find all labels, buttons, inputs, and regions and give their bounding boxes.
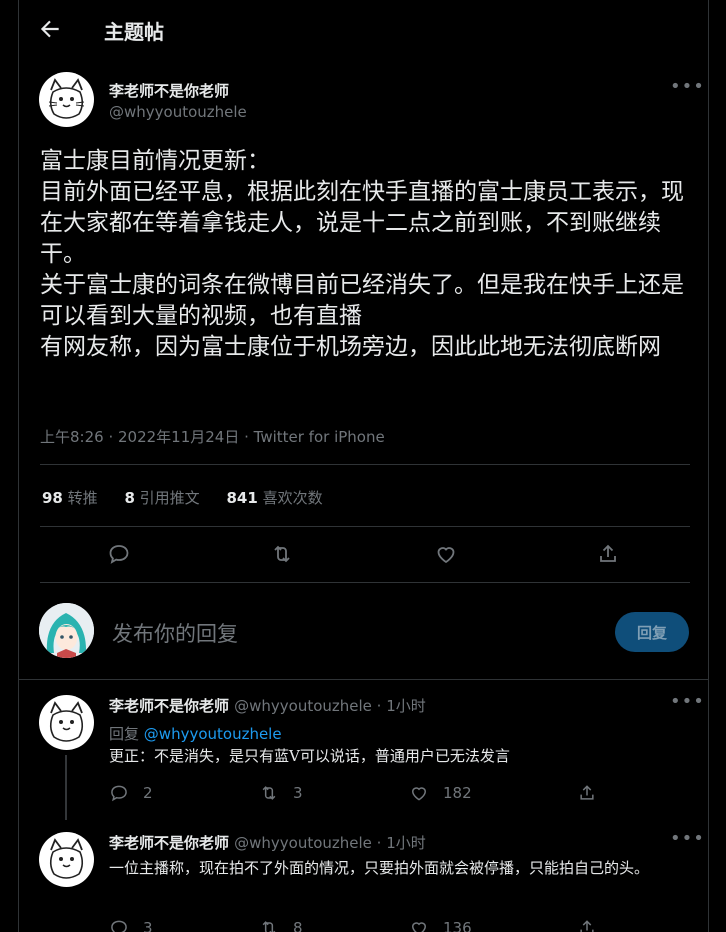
tweet-text: 富士康目前情况更新： 目前外面已经平息，根据此刻在快手直播的富士康员工表示，现在… (40, 148, 684, 360)
retweet-count[interactable]: 98 (42, 489, 63, 507)
author-handle[interactable]: @whyyoutouzhele (109, 103, 247, 121)
like-label[interactable]: 喜欢次数 (263, 489, 323, 507)
share-icon (580, 920, 594, 932)
arrow-left-icon[interactable] (37, 16, 63, 42)
quote-label[interactable]: 引用推文 (140, 489, 200, 507)
reply-count: 2 (143, 784, 153, 802)
share-icon[interactable] (596, 542, 620, 566)
heart-icon[interactable] (434, 542, 458, 566)
reply-tweet[interactable]: 李老师不是你老师 @whyyoutouzhele · 1小时 ••• 回复 @w… (19, 691, 708, 820)
divider (19, 679, 708, 680)
reply-text: 一位主播称，现在拍不了外面的情况，只要拍外面就会被停播，只能拍自己的头。 (109, 859, 650, 877)
page-title: 主题帖 (104, 20, 164, 44)
divider (40, 464, 690, 465)
retweet-count: 8 (293, 919, 303, 932)
tweet-stats: 98 转推 8 引用推文 841 喜欢次数 (42, 487, 345, 508)
more-dots-icon[interactable]: ••• (670, 828, 705, 849)
thread-column: 主题帖 李老师不是你老师 @whyyoutouzhele ••• 富士康目前情况… (18, 0, 709, 932)
avatar[interactable] (39, 72, 94, 127)
tweet-timestamp[interactable]: 上午8:26 · 2022年11月24日 · Twitter for iPhon… (40, 426, 385, 447)
heart-icon (411, 787, 427, 801)
author-handle[interactable]: @whyyoutouzhele · 1小时 (234, 834, 426, 852)
reply-header: 李老师不是你老师 @whyyoutouzhele · 1小时 (109, 832, 426, 853)
heart-icon (411, 922, 427, 932)
reply-input[interactable]: 发布你的回复 (112, 618, 238, 648)
reply-action[interactable]: 3 (109, 918, 153, 932)
thread-line (65, 755, 67, 820)
share-action[interactable] (577, 783, 611, 803)
share-action[interactable] (577, 918, 611, 932)
reply-tweet[interactable]: 李老师不是你老师 @whyyoutouzhele · 1小时 ••• 一位主播称… (19, 828, 708, 932)
share-icon (580, 785, 594, 800)
like-action[interactable]: 136 (409, 918, 472, 932)
divider (40, 526, 690, 527)
author-name[interactable]: 李老师不是你老师 (109, 697, 229, 715)
avatar[interactable] (39, 695, 94, 750)
retweet-action[interactable]: 3 (259, 783, 303, 803)
reply-action[interactable]: 2 (109, 783, 153, 803)
more-dots-icon[interactable]: ••• (670, 76, 705, 97)
top-bar: 主题帖 (19, 0, 708, 60)
like-count: 136 (443, 919, 472, 932)
like-count[interactable]: 841 (226, 489, 257, 507)
author-name[interactable]: 李老师不是你老师 (109, 80, 229, 101)
reply-to-label: 回复 (109, 725, 140, 743)
reply-to-mention[interactable]: @whyyoutouzhele (144, 725, 282, 743)
quote-count[interactable]: 8 (124, 489, 134, 507)
retweet-icon[interactable] (270, 542, 294, 566)
like-action[interactable]: 182 (409, 783, 472, 803)
more-dots-icon[interactable]: ••• (670, 691, 705, 712)
reply-button[interactable]: 回复 (615, 612, 689, 652)
reply-count: 3 (143, 919, 153, 932)
my-avatar[interactable] (39, 603, 94, 658)
reply-bubble-icon (111, 785, 127, 802)
reply-bubble-icon (111, 920, 127, 932)
author-name[interactable]: 李老师不是你老师 (109, 834, 229, 852)
divider (40, 582, 690, 583)
reply-bubble-icon[interactable] (107, 542, 131, 566)
retweet-count: 3 (293, 784, 303, 802)
avatar[interactable] (39, 832, 94, 887)
retweet-icon (262, 786, 276, 800)
like-count: 182 (443, 784, 472, 802)
author-handle[interactable]: @whyyoutouzhele · 1小时 (234, 697, 426, 715)
reply-to-line: 回复 @whyyoutouzhele (109, 723, 282, 744)
retweet-icon (262, 921, 276, 932)
retweet-label[interactable]: 转推 (68, 489, 98, 507)
retweet-action[interactable]: 8 (259, 918, 303, 932)
reply-header: 李老师不是你老师 @whyyoutouzhele · 1小时 (109, 695, 426, 716)
reply-text: 更正：不是消失，是只有蓝V可以说话，普通用户已无法发言 (109, 747, 510, 765)
